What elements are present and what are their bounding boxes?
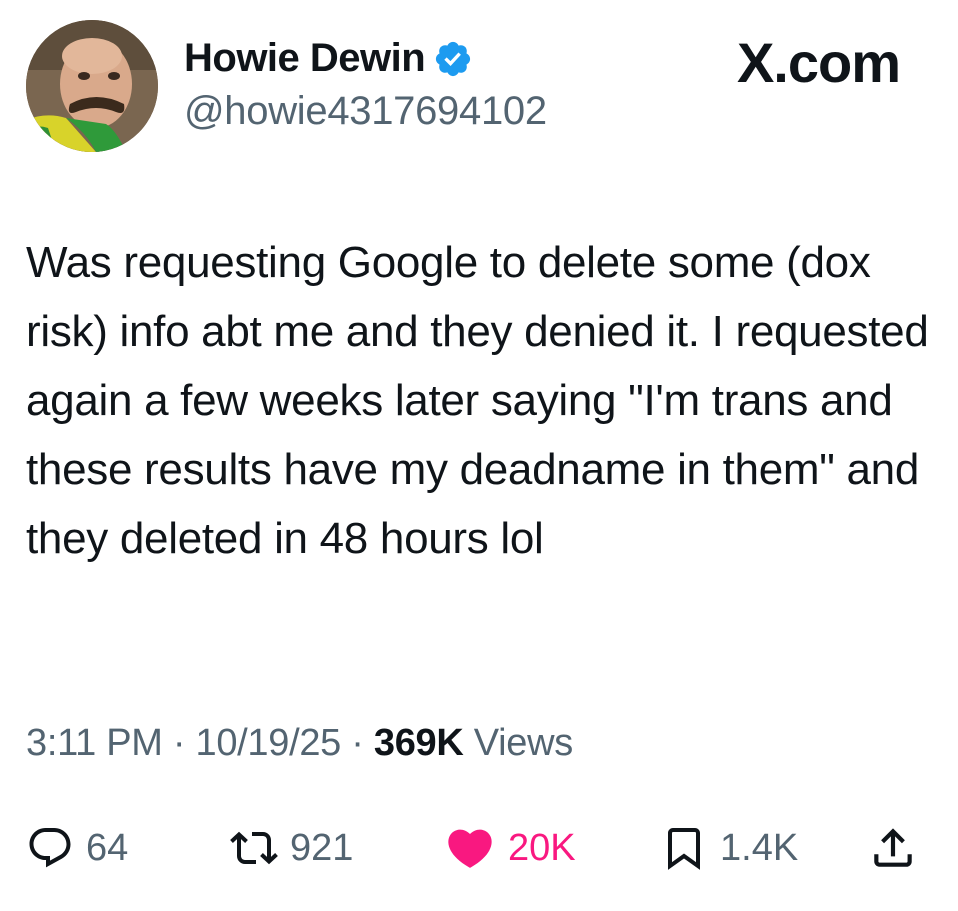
tweet-meta: 3:11 PM · 10/19/25 · 369K Views bbox=[26, 722, 573, 765]
like-count: 20K bbox=[508, 826, 576, 869]
retweet-icon bbox=[230, 824, 278, 872]
views-label: Views bbox=[463, 722, 573, 764]
site-brand-label: X.com bbox=[736, 31, 901, 94]
reply-count: 64 bbox=[86, 826, 129, 869]
like-button[interactable]: 20K bbox=[444, 818, 576, 878]
author-name-row[interactable]: Howie Dewin bbox=[184, 36, 473, 81]
reply-button[interactable]: 64 bbox=[26, 818, 128, 878]
meta-separator: · bbox=[162, 722, 196, 764]
share-icon bbox=[868, 823, 918, 873]
tweet-text: Was requesting Google to delete some (do… bbox=[26, 238, 929, 563]
avatar[interactable] bbox=[26, 20, 158, 152]
avatar-image bbox=[26, 20, 158, 152]
reply-icon bbox=[26, 824, 74, 872]
action-bar: 64 921 20K 1.4K bbox=[26, 818, 926, 878]
bookmark-count: 1.4K bbox=[720, 826, 799, 869]
author-display-name[interactable]: Howie Dewin bbox=[184, 36, 426, 81]
tweet-date[interactable]: 10/19/25 bbox=[195, 722, 341, 764]
tweet-time[interactable]: 3:11 PM bbox=[26, 722, 163, 764]
bookmark-button[interactable]: 1.4K bbox=[660, 818, 798, 878]
meta-separator: · bbox=[341, 722, 374, 764]
retweet-button[interactable]: 921 bbox=[230, 818, 353, 878]
retweet-count: 921 bbox=[290, 826, 354, 869]
views-count: 369K bbox=[373, 722, 464, 764]
bookmark-icon bbox=[660, 824, 708, 872]
author-handle[interactable]: @howie4317694102 bbox=[184, 89, 547, 134]
heart-icon bbox=[444, 822, 496, 874]
share-button[interactable] bbox=[868, 818, 918, 878]
verified-badge-icon bbox=[433, 39, 473, 79]
